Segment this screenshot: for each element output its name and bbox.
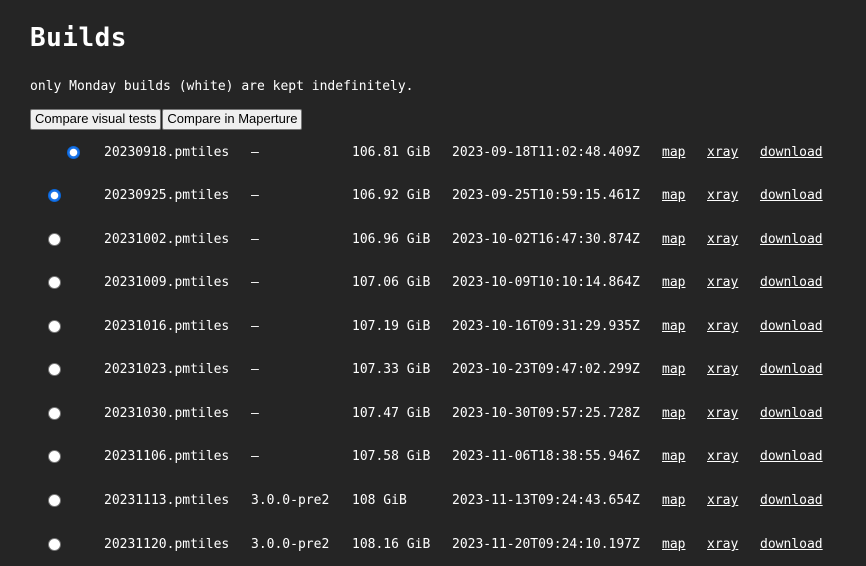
- build-version: –: [251, 145, 259, 160]
- map-link[interactable]: map: [662, 143, 685, 163]
- build-version: –: [251, 275, 259, 290]
- build-size: 108.16 GiB: [352, 537, 431, 552]
- download-link[interactable]: download: [760, 404, 823, 424]
- xray-link[interactable]: xray: [707, 186, 738, 206]
- build-select-radio[interactable]: [48, 320, 61, 333]
- map-link[interactable]: map: [662, 317, 685, 337]
- map-link[interactable]: map: [662, 535, 685, 555]
- build-row: 20231023.pmtiles – 107.33 GiB 2023-10-23…: [0, 360, 866, 380]
- build-size: 108 GiB: [352, 493, 407, 508]
- build-select-radio[interactable]: [48, 494, 61, 507]
- build-timestamp: 2023-10-30T09:57:25.728Z: [452, 406, 640, 421]
- build-version: –: [251, 319, 259, 334]
- build-version: 3.0.0-pre2: [251, 537, 330, 552]
- map-link[interactable]: map: [662, 230, 685, 250]
- build-select-radio[interactable]: [67, 146, 80, 159]
- build-select-radio[interactable]: [48, 538, 61, 551]
- xray-link[interactable]: xray: [707, 535, 738, 555]
- build-select-radio[interactable]: [48, 450, 61, 463]
- download-link[interactable]: download: [760, 535, 823, 555]
- builds-page: Builds only Monday builds (white) are ke…: [0, 0, 866, 566]
- build-timestamp: 2023-11-20T09:24:10.197Z: [452, 537, 640, 552]
- build-timestamp: 2023-11-06T18:38:55.946Z: [452, 449, 640, 464]
- build-size: 107.47 GiB: [352, 406, 431, 421]
- build-size: 107.58 GiB: [352, 449, 431, 464]
- download-link[interactable]: download: [760, 143, 823, 163]
- xray-link[interactable]: xray: [707, 230, 738, 250]
- build-version: 3.0.0-pre2: [251, 493, 330, 508]
- build-filename: 20231023.pmtiles: [104, 362, 230, 377]
- download-link[interactable]: download: [760, 447, 823, 467]
- build-size: 107.19 GiB: [352, 319, 431, 334]
- build-filename: 20231002.pmtiles: [104, 232, 230, 247]
- download-link[interactable]: download: [760, 186, 823, 206]
- build-filename: 20231106.pmtiles: [104, 449, 230, 464]
- build-select-radio[interactable]: [48, 407, 61, 420]
- build-version: –: [251, 449, 259, 464]
- build-timestamp: 2023-09-25T10:59:15.461Z: [452, 188, 640, 203]
- compare-in-maperture-button[interactable]: Compare in Maperture: [162, 109, 303, 130]
- map-link[interactable]: map: [662, 186, 685, 206]
- retention-note: only Monday builds (white) are kept inde…: [30, 79, 414, 94]
- build-row: 20231016.pmtiles – 107.19 GiB 2023-10-16…: [0, 317, 866, 337]
- xray-link[interactable]: xray: [707, 447, 738, 467]
- build-row: 20231009.pmtiles – 107.06 GiB 2023-10-09…: [0, 273, 866, 293]
- build-filename: 20231113.pmtiles: [104, 493, 230, 508]
- build-filename: 20230925.pmtiles: [104, 188, 230, 203]
- build-size: 106.92 GiB: [352, 188, 431, 203]
- build-row: 20231120.pmtiles 3.0.0-pre2 108.16 GiB 2…: [0, 535, 866, 555]
- compare-visual-tests-button[interactable]: Compare visual tests: [30, 109, 162, 130]
- build-filename: 20231120.pmtiles: [104, 537, 230, 552]
- build-version: –: [251, 232, 259, 247]
- download-link[interactable]: download: [760, 273, 823, 293]
- download-link[interactable]: download: [760, 360, 823, 380]
- build-row: 20231106.pmtiles – 107.58 GiB 2023-11-06…: [0, 447, 866, 467]
- build-row: 20231113.pmtiles 3.0.0-pre2 108 GiB 2023…: [0, 491, 866, 511]
- build-filename: 20231016.pmtiles: [104, 319, 230, 334]
- page-title: Builds: [30, 23, 127, 53]
- build-select-radio[interactable]: [48, 233, 61, 246]
- build-filename: 20230918.pmtiles: [104, 145, 230, 160]
- build-row: 20230925.pmtiles – 106.92 GiB 2023-09-25…: [0, 186, 866, 206]
- map-link[interactable]: map: [662, 273, 685, 293]
- map-link[interactable]: map: [662, 360, 685, 380]
- build-timestamp: 2023-09-18T11:02:48.409Z: [452, 145, 640, 160]
- build-version: –: [251, 362, 259, 377]
- build-size: 106.96 GiB: [352, 232, 431, 247]
- map-link[interactable]: map: [662, 404, 685, 424]
- download-link[interactable]: download: [760, 491, 823, 511]
- build-filename: 20231030.pmtiles: [104, 406, 230, 421]
- xray-link[interactable]: xray: [707, 317, 738, 337]
- build-row: 20230918.pmtiles – 106.81 GiB 2023-09-18…: [0, 143, 866, 163]
- download-link[interactable]: download: [760, 230, 823, 250]
- map-link[interactable]: map: [662, 491, 685, 511]
- xray-link[interactable]: xray: [707, 360, 738, 380]
- build-select-radio[interactable]: [48, 363, 61, 376]
- build-size: 106.81 GiB: [352, 145, 431, 160]
- build-timestamp: 2023-11-13T09:24:43.654Z: [452, 493, 640, 508]
- xray-link[interactable]: xray: [707, 273, 738, 293]
- build-timestamp: 2023-10-23T09:47:02.299Z: [452, 362, 640, 377]
- build-filename: 20231009.pmtiles: [104, 275, 230, 290]
- build-row: 20231002.pmtiles – 106.96 GiB 2023-10-02…: [0, 230, 866, 250]
- build-size: 107.06 GiB: [352, 275, 431, 290]
- build-select-radio[interactable]: [48, 276, 61, 289]
- xray-link[interactable]: xray: [707, 404, 738, 424]
- build-version: –: [251, 188, 259, 203]
- build-size: 107.33 GiB: [352, 362, 431, 377]
- build-row: 20231030.pmtiles – 107.47 GiB 2023-10-30…: [0, 404, 866, 424]
- xray-link[interactable]: xray: [707, 143, 738, 163]
- toolbar: Compare visual tests Compare in Mapertur…: [30, 109, 303, 130]
- build-version: –: [251, 406, 259, 421]
- map-link[interactable]: map: [662, 447, 685, 467]
- xray-link[interactable]: xray: [707, 491, 738, 511]
- build-timestamp: 2023-10-09T10:10:14.864Z: [452, 275, 640, 290]
- download-link[interactable]: download: [760, 317, 823, 337]
- build-select-radio[interactable]: [48, 189, 61, 202]
- build-timestamp: 2023-10-16T09:31:29.935Z: [452, 319, 640, 334]
- build-timestamp: 2023-10-02T16:47:30.874Z: [452, 232, 640, 247]
